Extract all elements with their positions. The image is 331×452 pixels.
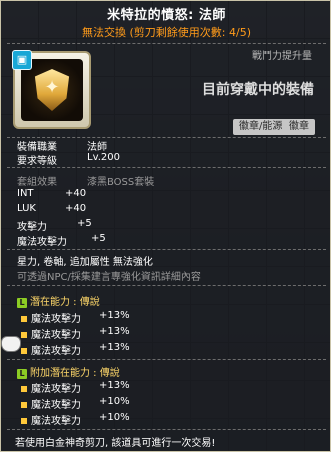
item-icon-frame: ✦ ▣: [12, 50, 91, 129]
stat-int: INT +40: [17, 188, 86, 199]
additional-potential-line-label: 魔法攻擊力: [31, 416, 81, 427]
req-job-value: 法師: [87, 142, 107, 153]
divider: [7, 43, 326, 44]
stat-luk-value: +40: [65, 203, 87, 214]
potential-header: L 潛在能力 : 傳說: [17, 293, 100, 308]
additional-potential-line-label: 魔法攻擊力: [31, 400, 81, 411]
potential-line-value: +13%: [99, 342, 130, 353]
potential-line: 魔法攻擊力 +13%: [21, 342, 130, 357]
item-name: 米特拉的憤怒: 法師: [107, 8, 226, 23]
note-enhance: 星力, 卷軸, 追加屬性 無法強化: [17, 257, 153, 268]
potential-line: 魔法攻擊力 +13%: [21, 326, 130, 341]
potential-title: 潛在能力 : 傳說: [30, 297, 100, 308]
potential-line-value: +13%: [99, 310, 130, 321]
additional-potential-line: 魔法攻擊力 +10%: [21, 396, 130, 411]
divider: [7, 359, 326, 360]
stat-luk: LUK +40: [17, 203, 86, 214]
set-effect-value: 漆黑BOSS套裝: [87, 177, 155, 188]
divider: [7, 249, 326, 250]
divider: [7, 285, 326, 286]
equipped-label: 目前穿戴中的裝備: [202, 82, 314, 98]
power-change-label: 戰鬥力提升量: [252, 51, 312, 62]
bullet-icon: [21, 332, 27, 338]
note-npc: 可透過NPC/採集建言專強化資訊詳細內容: [17, 272, 201, 283]
legendary-tag-icon: L: [17, 369, 27, 379]
star-icon: ✦: [44, 77, 60, 98]
bullet-icon: [21, 316, 27, 322]
set-effect-label: 套組效果: [17, 177, 57, 188]
legendary-tag-icon: L: [17, 298, 27, 308]
potential-line: 魔法攻擊力 +13%: [21, 310, 130, 325]
stat-magic-attack-value: +5: [91, 233, 106, 244]
potential-line-label: 魔法攻擊力: [31, 330, 81, 341]
set-badge-icon: ▣: [12, 50, 32, 70]
potential-line-label: 魔法攻擊力: [31, 346, 81, 357]
item-tooltip: 米特拉的憤怒: 法師 無法交換 (剪刀剩餘使用次數: 4/5) ✦ ▣ 戰鬥力提…: [0, 0, 331, 452]
stat-luk-label: LUK: [17, 203, 36, 214]
potential-line-label: 魔法攻擊力: [31, 314, 81, 325]
additional-potential-line-label: 魔法攻擊力: [31, 384, 81, 395]
stat-int-label: INT: [17, 188, 34, 199]
stat-attack: 攻擊力 +5: [17, 218, 92, 233]
divider: [7, 167, 326, 168]
stat-magic-attack-label: 魔法攻擊力: [17, 237, 67, 248]
chip-badge-energy: 徽章/能源: [233, 119, 289, 135]
trade-status: 無法交換 (剪刀剩餘使用次數: 4/5): [82, 26, 251, 39]
stat-int-value: +40: [65, 188, 87, 199]
bullet-icon: [21, 402, 27, 408]
footer-note: 若使用白金神奇剪刀, 該道具可進行一次交易!: [15, 438, 216, 449]
additional-potential-header: L 附加潛在能力 : 傳說: [17, 364, 120, 379]
additional-potential-line: 魔法攻擊力 +10%: [21, 412, 130, 427]
stat-attack-label: 攻擊力: [17, 222, 47, 233]
chip-badge: 徽章: [283, 119, 315, 135]
req-level-label: 要求等級: [17, 156, 57, 167]
mouse-cursor-icon: [1, 336, 21, 352]
additional-potential-line-value: +10%: [99, 396, 130, 407]
additional-potential-title: 附加潛在能力 : 傳說: [30, 368, 120, 379]
divider: [7, 429, 326, 430]
bullet-icon: [21, 418, 27, 424]
additional-potential-line-value: +13%: [99, 380, 130, 391]
stat-attack-value: +5: [77, 218, 92, 229]
bullet-icon: [21, 386, 27, 392]
req-job: 裝備職業 法師: [17, 138, 107, 153]
potential-line-value: +13%: [99, 326, 130, 337]
bullet-icon: [21, 348, 27, 354]
req-level: 要求等級 Lv.200: [17, 152, 120, 167]
stat-magic-attack: 魔法攻擊力 +5: [17, 233, 106, 248]
set-effect: 套組效果 漆黑BOSS套裝: [17, 173, 154, 188]
req-level-value: Lv.200: [87, 152, 120, 163]
additional-potential-line: 魔法攻擊力 +13%: [21, 380, 130, 395]
additional-potential-line-value: +10%: [99, 412, 130, 423]
